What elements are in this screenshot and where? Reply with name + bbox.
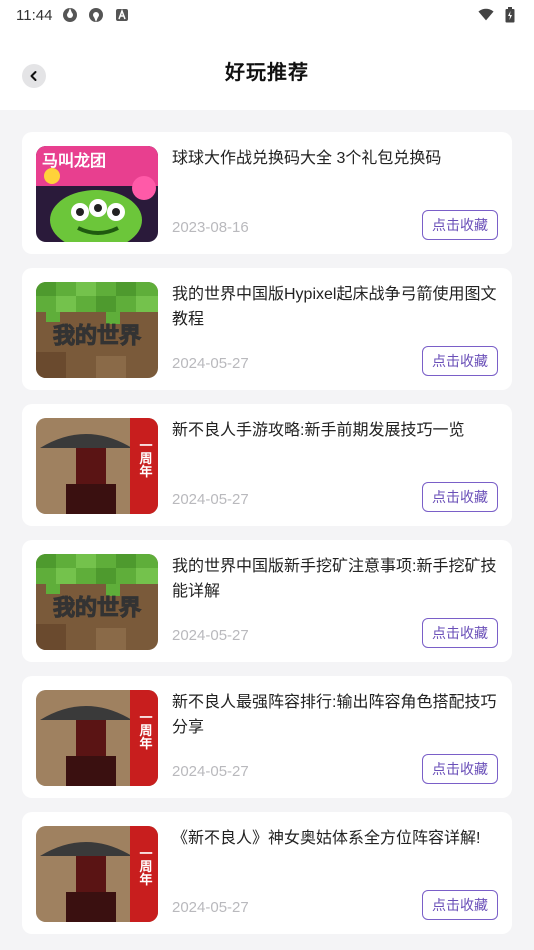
status-bar: 11:44 [0, 0, 534, 30]
article-list: 马叫龙团 球球大作战兑换码大全 3个礼包兑换码 2023-08-16 点击收藏 … [0, 110, 534, 934]
article-title: 我的世界中国版Hypixel起床战争弓箭使用图文教程 [172, 286, 497, 328]
favorite-button[interactable]: 点击收藏 [422, 890, 498, 920]
app-notification-icon [88, 7, 104, 23]
article-thumbnail: 一周年 [36, 418, 158, 514]
favorite-button[interactable]: 点击收藏 [422, 618, 498, 648]
favorite-button[interactable]: 点击收藏 [422, 754, 498, 784]
chevron-left-icon [30, 71, 37, 81]
article-title: 《新不良人》神女奥姑体系全方位阵容详解! [172, 830, 481, 847]
article-title: 新不良人最强阵容排行:输出阵容角色搭配技巧分享 [172, 694, 497, 736]
header: 好玩推荐 [0, 30, 534, 110]
status-left: 11:44 [16, 7, 130, 24]
article-body: 新不良人手游攻略:新手前期发展技巧一览 2024-05-27 点击收藏 [172, 418, 498, 512]
article-body: 我的世界中国版新手挖矿注意事项:新手挖矿技能详解 2024-05-27 点击收藏 [172, 554, 498, 648]
article-title: 球球大作战兑换码大全 3个礼包兑换码 [172, 150, 442, 167]
article-card[interactable]: 一周年 《新不良人》神女奥姑体系全方位阵容详解! 2024-05-27 点击收藏 [22, 812, 512, 934]
thumb-logo-text: 马叫龙团 [42, 151, 106, 170]
article-body: 我的世界中国版Hypixel起床战争弓箭使用图文教程 2024-05-27 点击… [172, 282, 498, 376]
article-card[interactable]: 我的世界 我的世界中国版Hypixel起床战争弓箭使用图文教程 2024-05-… [22, 268, 512, 390]
battery-icon [502, 7, 518, 23]
article-body: 新不良人最强阵容排行:输出阵容角色搭配技巧分享 2024-05-27 点击收藏 [172, 690, 498, 784]
favorite-button[interactable]: 点击收藏 [422, 346, 498, 376]
app-notification-icon [62, 7, 78, 23]
back-button[interactable] [22, 64, 46, 88]
status-time: 11:44 [16, 6, 53, 24]
thumb-logo-text: 一周年 [137, 711, 153, 751]
article-body: 球球大作战兑换码大全 3个礼包兑换码 2023-08-16 点击收藏 [172, 146, 498, 240]
article-thumbnail: 马叫龙团 [36, 146, 158, 242]
favorite-button[interactable]: 点击收藏 [422, 482, 498, 512]
page-title: 好玩推荐 [225, 61, 309, 84]
thumb-logo-text: 我的世界 [53, 323, 141, 349]
article-date: 2024-05-27 [172, 627, 249, 644]
article-thumbnail: 一周年 [36, 826, 158, 922]
font-notification-icon [114, 7, 130, 23]
article-card[interactable]: 一周年 新不良人最强阵容排行:输出阵容角色搭配技巧分享 2024-05-27 点… [22, 676, 512, 798]
thumb-logo-text: 我的世界 [53, 595, 141, 621]
wifi-icon [478, 7, 494, 23]
article-card[interactable]: 我的世界 我的世界中国版新手挖矿注意事项:新手挖矿技能详解 2024-05-27… [22, 540, 512, 662]
article-date: 2024-05-27 [172, 763, 249, 780]
status-right [478, 7, 518, 23]
article-title: 我的世界中国版新手挖矿注意事项:新手挖矿技能详解 [172, 558, 497, 600]
article-thumbnail: 我的世界 [36, 282, 158, 378]
article-date: 2024-05-27 [172, 355, 249, 372]
article-date: 2023-08-16 [172, 219, 249, 236]
thumb-logo-text: 一周年 [137, 847, 153, 887]
article-date: 2024-05-27 [172, 899, 249, 916]
article-card[interactable]: 一周年 新不良人手游攻略:新手前期发展技巧一览 2024-05-27 点击收藏 [22, 404, 512, 526]
article-body: 《新不良人》神女奥姑体系全方位阵容详解! 2024-05-27 点击收藏 [172, 826, 498, 920]
thumb-logo-text: 一周年 [137, 439, 153, 479]
article-card[interactable]: 马叫龙团 球球大作战兑换码大全 3个礼包兑换码 2023-08-16 点击收藏 [22, 132, 512, 254]
article-thumbnail: 我的世界 [36, 554, 158, 650]
favorite-button[interactable]: 点击收藏 [422, 210, 498, 240]
article-title: 新不良人手游攻略:新手前期发展技巧一览 [172, 422, 465, 439]
article-date: 2024-05-27 [172, 491, 249, 508]
article-thumbnail: 一周年 [36, 690, 158, 786]
